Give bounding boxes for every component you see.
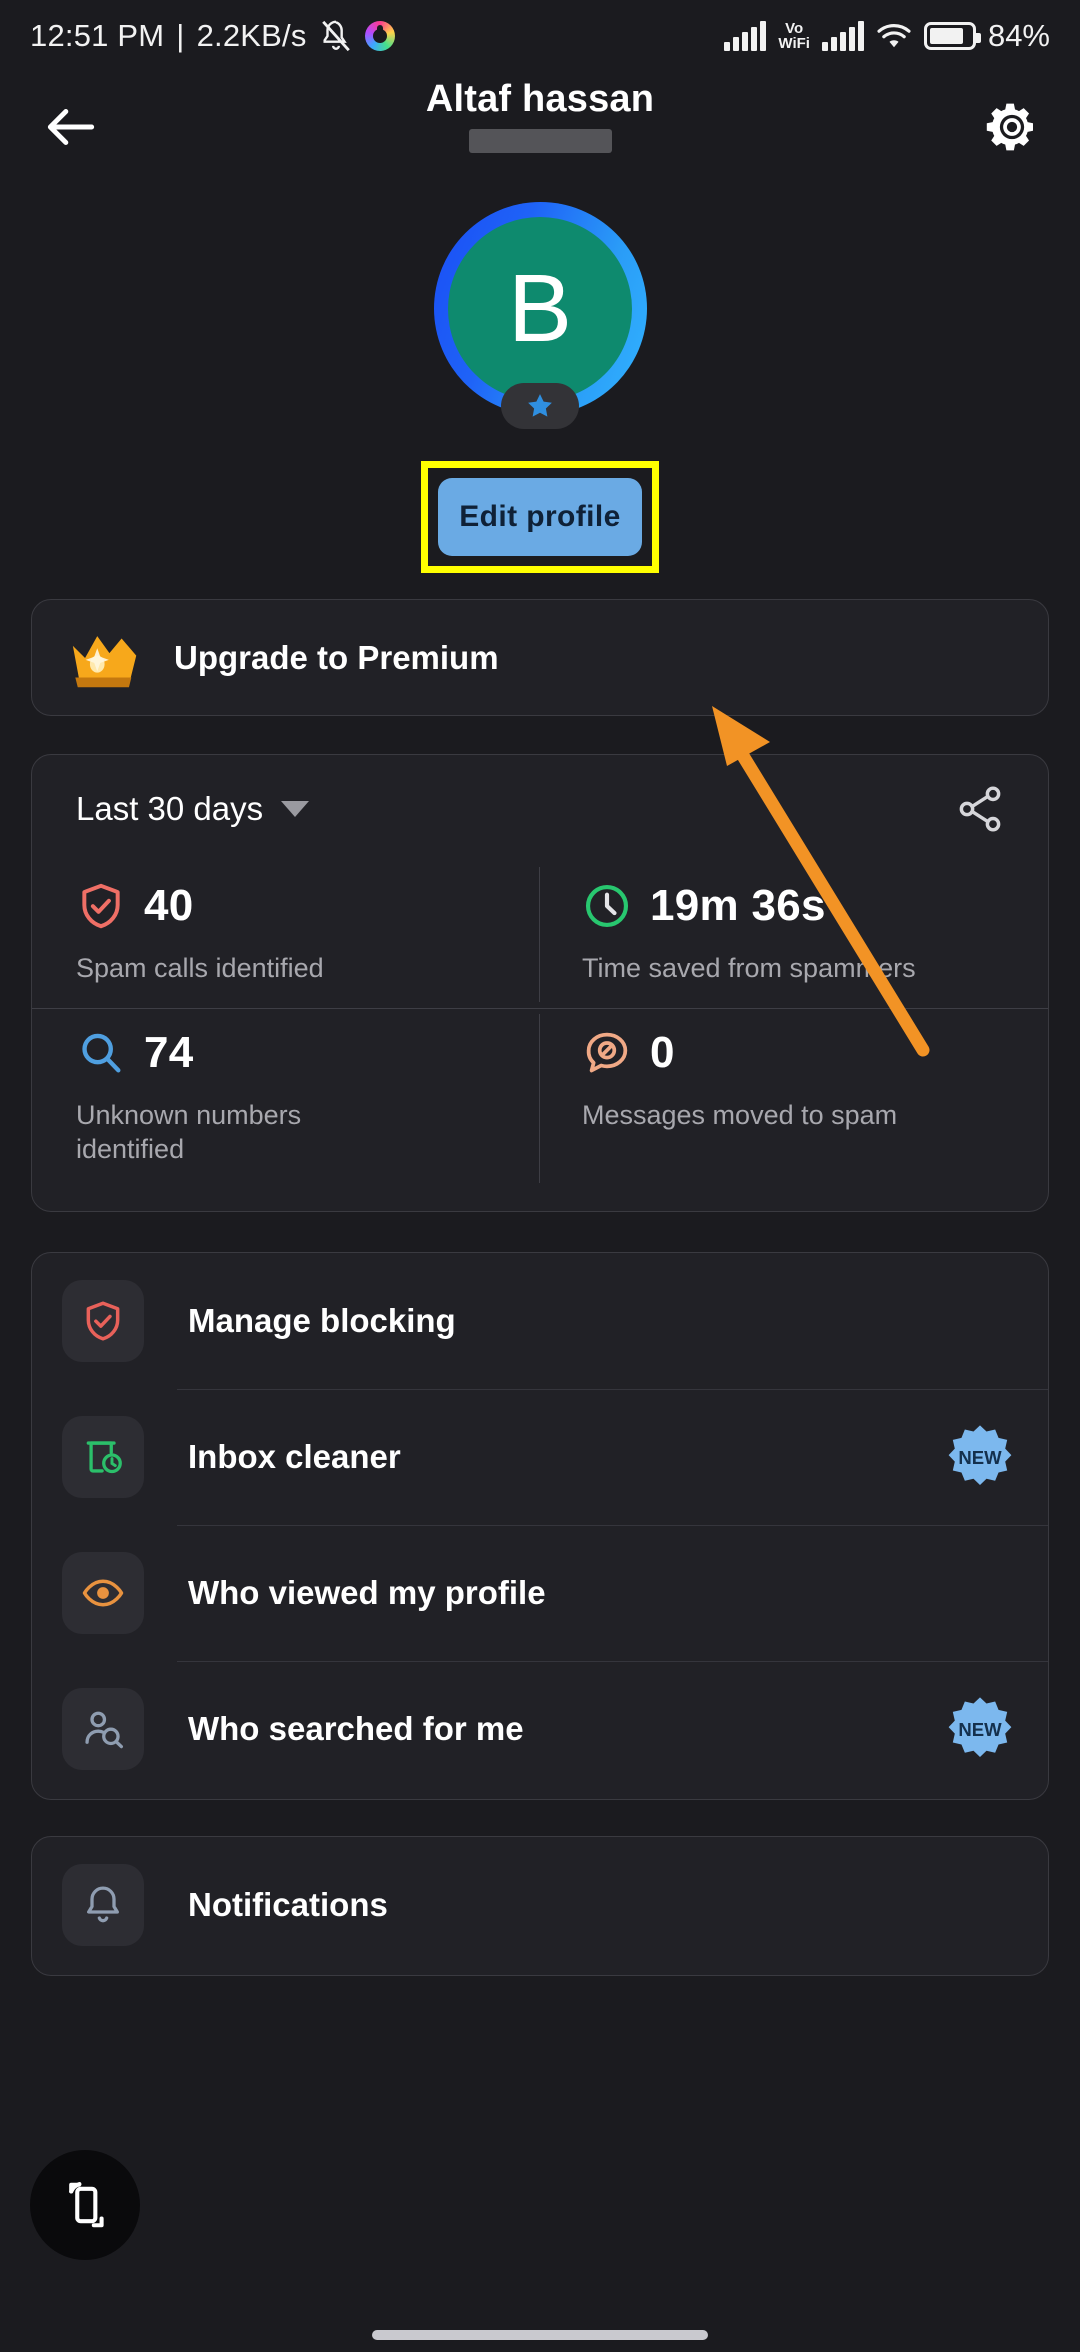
edit-profile-button[interactable]: Edit profile [438, 478, 642, 556]
status-network-speed: 2.2KB/s [196, 18, 307, 53]
menu-item-label: Notifications [188, 1885, 388, 1923]
signal-bars-2-icon [821, 21, 864, 51]
stat-value: 74 [144, 1027, 194, 1077]
bell-muted-icon [321, 20, 350, 52]
avatar: B [448, 216, 632, 401]
app-bar-title-wrap: Altaf hassan [0, 78, 1080, 153]
new-badge-icon: NEW [948, 1424, 1012, 1485]
star-icon [528, 394, 552, 417]
crown-icon [72, 635, 137, 687]
magnifier-icon [82, 1033, 121, 1073]
clock-icon [585, 884, 629, 928]
stat-top: 40 [76, 875, 510, 937]
battery-icon [923, 22, 981, 50]
app-bar: Altaf hassan [0, 72, 1080, 182]
upgrade-premium-label: Upgrade to Premium [174, 638, 499, 676]
signal-bars-icon [724, 21, 767, 51]
menu-item-inbox-cleaner[interactable]: Inbox cleaner NEW [32, 1388, 1048, 1525]
status-bar-right: Vo WiFi 84% [724, 18, 1050, 54]
date-range-label: Last 30 days [76, 790, 264, 827]
stat-top: 0 [582, 1022, 1018, 1084]
screen-rotate-icon [69, 2182, 104, 2228]
stat-label: Spam calls identified [76, 953, 324, 983]
edit-profile-wrap: Edit profile [0, 461, 1080, 573]
features-menu-card: Manage blocking Inbox cleaner NEW Who vi… [31, 1251, 1049, 1800]
stat-time-saved: 19m 36s Time saved from spammers [540, 861, 1048, 1008]
menu-item-label: Inbox cleaner [188, 1437, 401, 1475]
volte-line-2: WiFi [778, 35, 810, 52]
edit-profile-highlight: Edit profile [421, 461, 659, 573]
status-bar-left: 12:51 PM | 2.2KB/s [30, 18, 395, 54]
volte-wifi-label: Vo WiFi [778, 21, 810, 51]
nav-gesture-hint [372, 2330, 708, 2340]
stat-spam-calls: 40 Spam calls identified [32, 861, 540, 1008]
svg-text:NEW: NEW [958, 1719, 1002, 1740]
profile-avatar-zone: B [0, 202, 1080, 429]
share-icon[interactable] [954, 783, 1006, 835]
menu-item-who-viewed-profile[interactable]: Who viewed my profile [32, 1524, 1048, 1661]
svg-text:NEW: NEW [958, 1447, 1002, 1468]
menu-item-manage-blocking[interactable]: Manage blocking [32, 1253, 1048, 1389]
stat-unknown-numbers: 74 Unknown numbers identified [32, 1007, 540, 1189]
stat-value: 19m 36s [650, 881, 826, 930]
menu-icon-box [62, 1863, 144, 1946]
person-search-icon [85, 1711, 123, 1748]
menu-icon-box [62, 1415, 144, 1498]
menu-item-label: Who viewed my profile [188, 1573, 546, 1611]
stat-label: Unknown numbers identified [76, 1099, 302, 1165]
settings-menu-card: Notifications [31, 1835, 1049, 1976]
avatar-ring[interactable]: B [433, 202, 647, 429]
bell-icon [87, 1886, 119, 1922]
status-time: 12:51 PM [30, 18, 165, 53]
menu-icon-box [62, 1687, 144, 1770]
wifi-icon [877, 24, 911, 48]
date-range-selector[interactable]: Last 30 days [76, 790, 310, 828]
stat-value: 0 [650, 1027, 675, 1077]
upgrade-premium-card[interactable]: Upgrade to Premium [31, 599, 1049, 716]
screen-rotate-button[interactable] [30, 2150, 140, 2260]
shield-check-icon [86, 1301, 120, 1341]
message-block-icon [586, 1032, 628, 1072]
eye-icon [82, 1579, 124, 1607]
menu-icon-box [62, 1279, 144, 1362]
menu-item-who-searched-for-me[interactable]: Who searched for me NEW [32, 1660, 1048, 1797]
spiral-app-icon [364, 21, 395, 51]
stats-grid: 40 Spam calls identified 19m 36s Time sa… [32, 861, 1048, 1189]
phone-number-redacted [468, 129, 612, 153]
status-bar: 12:51 PM | 2.2KB/s Vo WiFi 84% [0, 0, 1080, 72]
chevron-down-icon [281, 801, 310, 817]
stat-label: Messages moved to spam [582, 1099, 898, 1130]
premium-star-badge [501, 383, 579, 429]
battery-percent: 84% [987, 18, 1050, 53]
page-title: Altaf hassan [425, 78, 655, 120]
status-separator: | [176, 18, 185, 53]
inbox-clock-icon [86, 1441, 122, 1473]
stat-label: Time saved from spammers [582, 953, 916, 983]
stats-header: Last 30 days [32, 783, 1048, 835]
menu-item-notifications[interactable]: Notifications [32, 1837, 1048, 1973]
stat-top: 74 [76, 1022, 510, 1084]
shield-check-icon [82, 883, 120, 929]
stat-top: 19m 36s [582, 875, 1018, 937]
stat-messages-spam: 0 Messages moved to spam [540, 1007, 1048, 1189]
menu-item-label: Who searched for me [188, 1709, 524, 1747]
stat-value: 40 [144, 881, 194, 930]
menu-item-label: Manage blocking [188, 1301, 456, 1339]
stats-card: Last 30 days 40 Spam calls identified 19… [31, 754, 1049, 1212]
new-badge-icon: NEW [948, 1696, 1012, 1757]
menu-icon-box [62, 1551, 144, 1634]
